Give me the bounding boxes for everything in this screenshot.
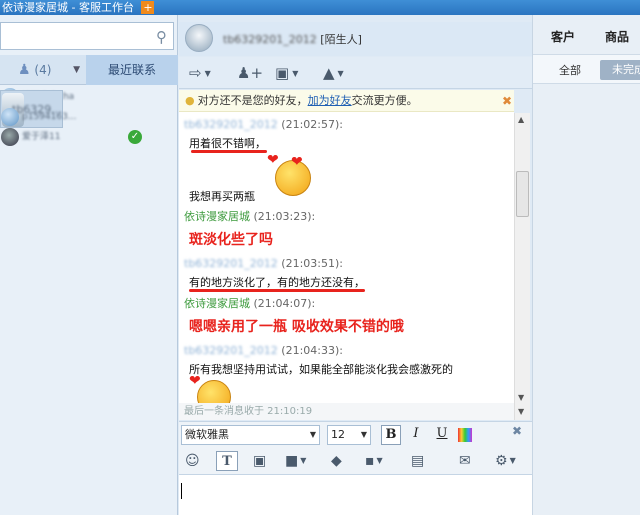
image-icon[interactable]: ▣ — [253, 451, 266, 471]
info-tabs: 客户 商品 — [533, 22, 640, 52]
message-text: 嗯嗯亲用了一瓶 吸收效果不错的哦 — [189, 319, 404, 335]
person-icon: ♟ — [18, 62, 31, 78]
tab-recent[interactable]: 最近联系 — [86, 55, 178, 85]
search-input[interactable]: ⚲ — [0, 22, 174, 50]
font-family-select[interactable]: 微软雅黑 ▼ — [181, 425, 320, 445]
quick-phrase-icon[interactable]: ▪ ▼ — [365, 451, 383, 471]
upload-icon[interactable]: ▲ ▼ — [323, 63, 344, 83]
emoji-icon[interactable]: ☺ — [185, 451, 200, 471]
tab-contacts[interactable]: ♟ (4) ▼ — [0, 55, 86, 85]
message-history-icon[interactable]: ✉ — [459, 451, 471, 471]
font-toggle-icon[interactable]: T — [216, 451, 238, 471]
contacts-panel: ⚲ ♟ (4) ▼ 最近联系 睛间空白cha tb6329... p159416… — [0, 15, 178, 515]
plus-icon[interactable]: + — [141, 1, 155, 14]
add-contact-icon[interactable]: ♟+ — [237, 63, 263, 83]
text-cursor — [181, 483, 182, 499]
message-header: tb6329201_2012 (21:03:51): — [184, 257, 343, 270]
contact-name: p1594163... — [22, 112, 77, 122]
font-size-select[interactable]: 12 ▼ — [327, 425, 371, 445]
stranger-tag: [陌生人] — [320, 33, 362, 46]
chat-header: tb6329201_2012 [陌生人] — [179, 22, 532, 56]
last-message-time: 最后一条消息收于 21:10:19 — [179, 403, 514, 420]
friend-notice: ● 对方还不是您的好友，加为好友交流更方便。 ✖ — [179, 90, 514, 112]
message-text: 我想再买两瓶 — [189, 190, 255, 203]
tab-contacts-count: (4) — [34, 63, 52, 77]
message-text: 有的地方淡化了，有的地方还没有， — [189, 276, 365, 289]
tab-goods[interactable]: 商品 — [605, 22, 629, 52]
avatar — [1, 108, 19, 126]
message-area[interactable]: ● 对方还不是您的好友，加为好友交流更方便。 ✖ tb6329201_2012 (… — [179, 90, 514, 420]
settings-icon[interactable]: ⚙ ▼ — [495, 451, 516, 471]
bold-button[interactable]: B — [381, 425, 401, 445]
contact-list: 睛间空白cha tb6329... p1594163... 爱于泽11 ✓ — [0, 87, 178, 147]
screen-share-icon[interactable]: ▣ ▼ — [275, 63, 298, 83]
italic-button[interactable]: I — [406, 425, 426, 445]
highlight-underline — [189, 289, 365, 292]
window-title: 依诗漫家居城 - 客服工作台 — [2, 1, 134, 14]
underline-button[interactable]: U — [432, 425, 452, 445]
transfer-icon[interactable]: ⇨ ▼ — [189, 63, 211, 83]
close-icon[interactable]: ✖ — [512, 424, 522, 438]
chevron-down-icon[interactable]: ▼ — [73, 55, 80, 85]
heart-icon: ❤ — [267, 152, 279, 168]
scroll-thumb[interactable] — [516, 171, 529, 217]
vibrate-icon[interactable]: ◆ — [331, 451, 342, 471]
message-text: 用着很不错啊， — [189, 137, 266, 150]
search-icon[interactable]: ⚲ — [156, 28, 167, 46]
filter-unfinished[interactable]: 未完成 — [600, 60, 640, 80]
add-friend-link[interactable]: 加为好友 — [308, 94, 352, 107]
avatar — [185, 24, 213, 52]
calculator-icon[interactable]: ▤ — [411, 451, 424, 471]
scroll-up-icon[interactable]: ▲ — [518, 115, 524, 124]
lightbulb-icon: ● — [185, 94, 195, 107]
message-text: 斑淡化些了吗 — [189, 232, 273, 248]
scroll-down-icon[interactable]: ▼ — [518, 393, 524, 402]
contact-item[interactable]: 爱于泽11 ✓ — [0, 127, 178, 147]
message-header: 依诗漫家居城 (21:03:23): — [184, 210, 316, 223]
chat-partner-name: tb6329201_2012 [陌生人] — [223, 33, 362, 46]
check-icon: ✓ — [128, 130, 142, 144]
input-toolbar: ☺ T ▣ ■ ▼ ◆ ▪ ▼ ▤ ✉ ⚙ ▼ — [179, 447, 532, 475]
scroll-down-icon[interactable]: ▼ — [518, 407, 524, 416]
order-filter: 全部 未完成 — [533, 54, 640, 84]
message-input[interactable] — [179, 475, 532, 515]
highlight-underline — [191, 150, 267, 153]
filter-all[interactable]: 全部 — [559, 62, 581, 78]
format-toolbar: 微软雅黑 ▼ 12 ▼ B I U ✖ — [179, 421, 532, 447]
avatar — [1, 128, 19, 146]
message-header: tb6329201_2012 (21:02:57): — [184, 118, 343, 131]
color-picker-icon[interactable] — [458, 428, 472, 442]
chat-toolbar: ⇨ ▼ ♟+ ▣ ▼ ▲ ▼ — [179, 57, 532, 89]
chevron-down-icon: ▼ — [309, 430, 316, 439]
tab-customer[interactable]: 客户 — [551, 22, 575, 52]
message-scrollbar[interactable]: ▲ ▼ ▼ — [514, 113, 530, 420]
heart-icon: ❤ — [291, 154, 303, 170]
message-header: 依诗漫家居城 (21:04:07): — [184, 297, 316, 310]
screenshot-icon[interactable]: ■ ▼ — [285, 451, 306, 471]
contact-tabs: ♟ (4) ▼ 最近联系 — [0, 55, 178, 85]
close-icon[interactable]: ✖ — [502, 90, 512, 112]
contact-item[interactable]: p1594163... — [0, 107, 178, 127]
message-text: 所有我想坚持用试试，如果能全部能淡化我会感激死的 — [189, 363, 453, 376]
window-title-bar: 依诗漫家居城 - 客服工作台 + — [0, 0, 640, 15]
chevron-down-icon: ▼ — [360, 430, 367, 439]
message-header: tb6329201_2012 (21:04:33): — [184, 344, 343, 357]
contact-name: 爱于泽11 — [22, 132, 61, 142]
info-panel: 客户 商品 全部 未完成 — [532, 15, 640, 515]
